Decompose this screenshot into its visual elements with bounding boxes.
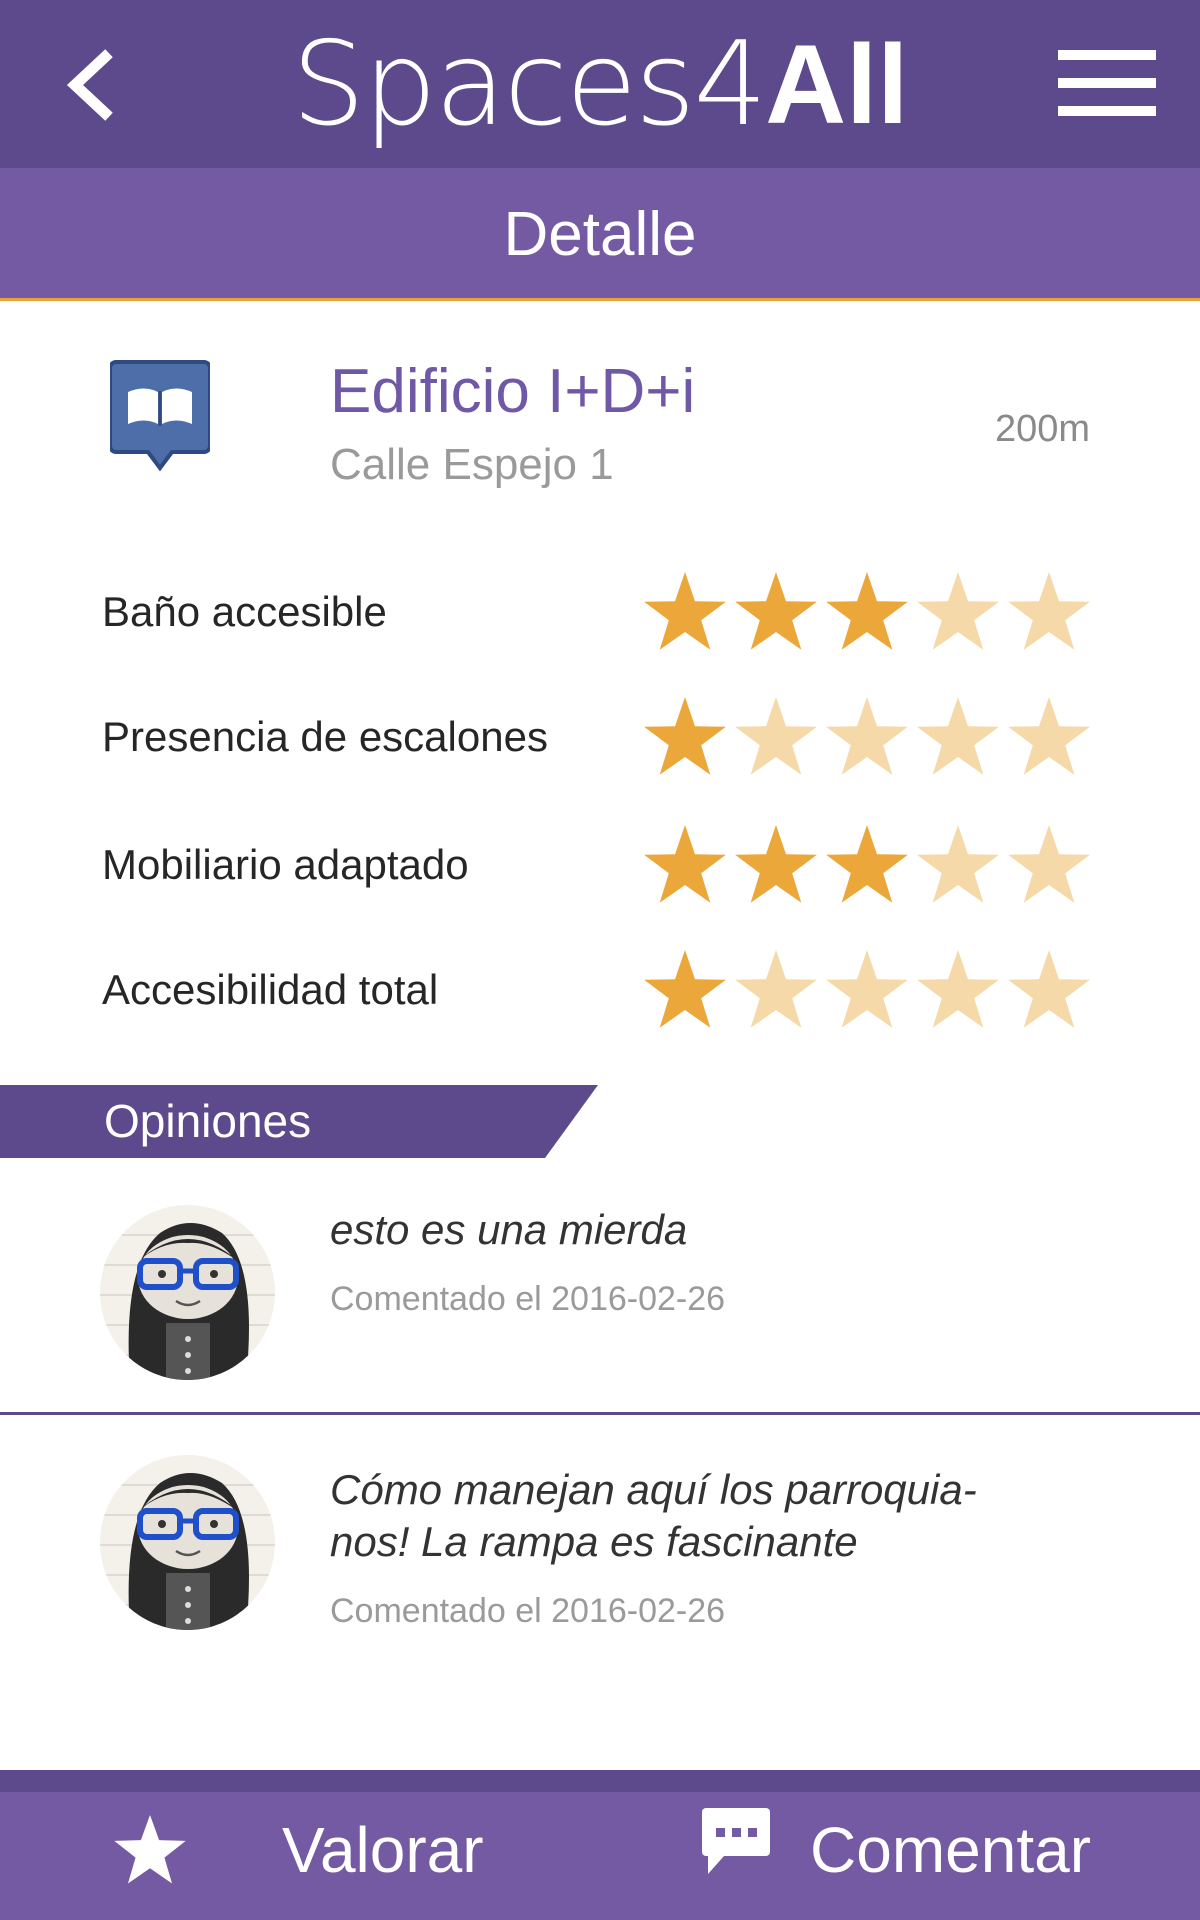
opinions-title: Opiniones: [104, 1095, 312, 1147]
place-address: Calle Espejo 1: [330, 440, 614, 489]
star-empty-icon: [735, 697, 817, 775]
place-distance: 200m: [994, 408, 1090, 450]
rating-row-presencia-escalones: Presencia de escalones: [0, 682, 1200, 792]
comment-text-line-1: Cómo manejan aquí los parroquia-: [330, 1466, 977, 1513]
rating-label: Baño accesible: [102, 588, 387, 635]
star-empty-icon: [917, 572, 999, 650]
rate-button[interactable]: Valorar: [90, 1792, 510, 1920]
star-empty-icon: [826, 950, 908, 1028]
page-title: Detalle: [503, 200, 697, 269]
user-avatar: [100, 1455, 275, 1630]
app-header: Spaces4All: [0, 0, 1200, 168]
star-filled-icon: [826, 825, 908, 903]
comment-date: Comentado el 2016-02-26: [330, 1280, 726, 1318]
star-filled-icon: [644, 697, 726, 775]
star-filled-icon: [644, 950, 726, 1028]
rating-row-mobiliario-adaptado: Mobiliario adaptado: [0, 810, 1200, 920]
comment-date: Comentado el 2016-02-26: [330, 1592, 726, 1630]
star-filled-icon: [644, 825, 726, 903]
star-rating: [644, 697, 1090, 775]
star-empty-icon: [917, 950, 999, 1028]
rating-label: Accesibilidad total: [102, 966, 439, 1013]
hamburger-menu-icon-bar: [1058, 106, 1156, 116]
rate-label: Valorar: [282, 1814, 484, 1886]
comment-button[interactable]: Comentar: [700, 1792, 1120, 1920]
rating-row-bano-accesible: Baño accesible: [0, 557, 1200, 667]
comment-text-line-2: nos! La rampa es fascinante: [330, 1518, 858, 1565]
library-book-pin-icon: [108, 358, 212, 483]
star-empty-icon: [1008, 697, 1090, 775]
star-empty-icon: [1008, 950, 1090, 1028]
section-title-bar: Detalle: [0, 168, 1200, 301]
star-filled-icon: [735, 572, 817, 650]
bottom-action-bar: Valorar Comentar: [0, 1770, 1200, 1920]
star-rating: [644, 950, 1090, 1028]
place-name: Edificio I+D+i: [330, 357, 696, 426]
star-rating: [644, 825, 1090, 903]
star-empty-icon: [1008, 572, 1090, 650]
star-filled-icon: [735, 825, 817, 903]
comment-label: Comentar: [810, 1814, 1091, 1886]
star-empty-icon: [1008, 825, 1090, 903]
star-empty-icon: [917, 697, 999, 775]
star-icon: [114, 1815, 186, 1884]
app-logo: Spaces4All: [0, 10, 1200, 160]
star-filled-icon: [826, 572, 908, 650]
rating-row-accesibilidad-total: Accesibilidad total: [0, 935, 1200, 1045]
hamburger-menu-icon: [1058, 50, 1156, 60]
menu-button[interactable]: [1050, 50, 1160, 120]
rating-label: Mobiliario adaptado: [102, 841, 469, 888]
user-avatar: [100, 1205, 275, 1380]
logo-text-light: Spaces4: [291, 17, 768, 152]
hamburger-menu-icon-bar: [1058, 78, 1156, 88]
chat-bubble-icon: [702, 1808, 770, 1874]
star-empty-icon: [735, 950, 817, 1028]
star-filled-icon: [644, 572, 726, 650]
opinions-section-header: Opiniones: [0, 1085, 600, 1158]
comment-divider: [0, 1412, 1200, 1415]
star-rating: [644, 572, 1090, 650]
logo-text-bold: All: [765, 22, 909, 147]
star-empty-icon: [917, 825, 999, 903]
star-empty-icon: [826, 697, 908, 775]
rating-label: Presencia de escalones: [102, 713, 548, 760]
comment-text: esto es una mierda: [330, 1206, 688, 1253]
